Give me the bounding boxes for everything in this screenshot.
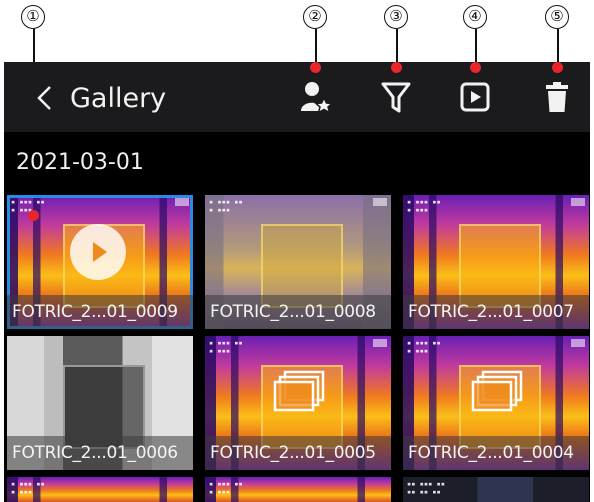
callout-2: ②	[303, 5, 327, 29]
callout-3: ③	[384, 5, 408, 29]
temperature-readout: ▪▪ ▪▪▪ ▪▪ ▪▪ ▪▪ ▪▪	[407, 480, 445, 496]
callout-4: ④	[463, 5, 487, 29]
temperature-readout: ▪ ▪▪▪ ▪▪ ▪ ▪▪▪	[407, 339, 441, 355]
callout-3-leader	[396, 29, 398, 65]
temperature-readout: ▪ ▪▪▪ ▪▪ ▪ ▪▪▪	[209, 339, 243, 355]
scale-badge	[373, 339, 387, 347]
image-stack-icon	[273, 370, 325, 412]
page-title: Gallery	[70, 83, 167, 114]
thumbnail-tile[interactable]: ▪▪ ▪▪▪ ▪▪ ▪▪ ▪▪ ▪▪	[403, 477, 589, 502]
thumbnail-label: FOTRIC_2...01_0007	[403, 295, 589, 329]
thumbnail-label: FOTRIC_2...01_0004	[403, 436, 589, 470]
thumbnail-tile[interactable]: ▪ ▪▪▪ ▪▪ ▪ ▪▪▪ FOTRIC_2...01_0007	[403, 195, 589, 329]
date-group-header: 2021-03-01	[16, 150, 144, 175]
play-icon[interactable]	[459, 80, 491, 114]
thumbnail-label: FOTRIC_2...01_0005	[205, 436, 391, 470]
thumbnail-tile[interactable]: ▪ ▪▪▪ ▪▪ ▪ ▪▪▪	[7, 477, 193, 502]
callout-3-marker	[391, 62, 402, 73]
play-triangle-icon	[93, 242, 107, 262]
filter-icon[interactable]	[380, 80, 412, 114]
temperature-readout: ▪ ▪▪▪ ▪▪ ▪ ▪▪▪	[11, 480, 45, 496]
callout-5: ⑤	[545, 5, 569, 29]
temperature-readout: ▪ ▪▪▪ ▪▪ ▪ ▪▪▪	[209, 480, 243, 496]
callout-2-leader	[315, 29, 317, 65]
trash-icon[interactable]	[542, 80, 574, 114]
thumbnail-tile[interactable]: ▪ ▪▪▪ ▪▪ ▪ ▪▪▪	[205, 477, 391, 502]
thumbnail-label: FOTRIC_2...01_0009	[7, 295, 193, 329]
scale-badge	[571, 339, 585, 347]
image-stack-icon	[471, 370, 523, 412]
callout-1-marker	[28, 210, 39, 221]
temperature-readout: ▪ ▪▪▪ ▪▪ ▪ ▪▪▪	[407, 198, 441, 214]
callout-1: ①	[21, 5, 45, 29]
callout-5-leader	[557, 29, 559, 65]
user-star-icon[interactable]	[300, 80, 332, 114]
thumbnail-tile[interactable]: FOTRIC_2...01_0006	[7, 336, 193, 470]
thumbnail-label: FOTRIC_2...01_0008	[205, 295, 391, 329]
callout-5-marker	[552, 62, 563, 73]
thumbnail-tile[interactable]: ▪ ▪▪▪ ▪▪ ▪ ▪▪▪ FOTRIC_2...01_0008	[205, 195, 391, 329]
thumbnail-tile[interactable]: ▪ ▪▪▪ ▪▪ ▪ ▪▪▪ FOTRIC_2...01_0004	[403, 336, 589, 470]
scale-badge	[373, 198, 387, 206]
scale-badge	[571, 198, 585, 206]
temperature-readout: ▪ ▪▪▪ ▪▪ ▪ ▪▪▪	[209, 198, 243, 214]
scale-badge	[175, 198, 189, 206]
callout-4-marker	[470, 62, 481, 73]
app-header: Gallery	[4, 62, 590, 132]
chevron-left-icon[interactable]	[34, 85, 56, 111]
video-play-badge	[70, 224, 126, 280]
thumbnail-tile[interactable]: ▪ ▪▪▪ ▪▪ ▪ ▪▪▪ FOTRIC_2...01_0005	[205, 336, 391, 470]
callout-4-leader	[475, 29, 477, 65]
thumbnail-label: FOTRIC_2...01_0006	[7, 436, 193, 470]
gallery-screen: Gallery 2021-03-01 ▪ ▪▪▪ ▪▪ ▪ ▪▪▪ FOTRIC…	[4, 62, 590, 502]
callout-2-marker	[310, 62, 321, 73]
